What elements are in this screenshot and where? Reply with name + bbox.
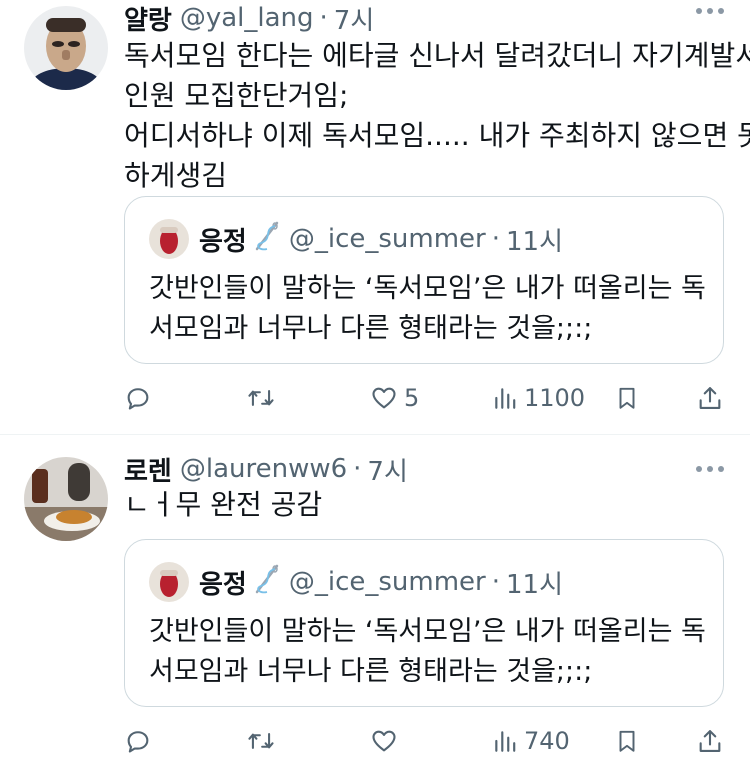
avatar[interactable] xyxy=(24,457,108,541)
quote-author-name: 응정 xyxy=(199,569,247,600)
quote-tweet[interactable]: 응정 @_ice_summer · 11시 갓반인들이 말하는 ‘독서모임’은 … xyxy=(124,539,724,707)
retweet-icon xyxy=(248,733,274,749)
timestamp[interactable]: 7시 xyxy=(334,0,374,37)
reply-icon xyxy=(127,731,149,753)
like-count: 5 xyxy=(404,384,420,412)
views-button[interactable]: 1100 xyxy=(492,378,585,418)
views-button[interactable]: 740 xyxy=(492,721,570,761)
more-icon[interactable] xyxy=(696,466,724,472)
quote-avatar xyxy=(149,562,189,602)
quote-text: 갓반인들이 말하는 ‘독서모임’은 내가 떠올리는 독 서모임과 너무나 다른 … xyxy=(149,269,709,349)
views-icon xyxy=(495,388,516,409)
avatar-image xyxy=(24,457,108,541)
separator-dot: · xyxy=(353,454,362,484)
views-count: 1100 xyxy=(524,384,586,412)
avatar-image xyxy=(24,6,108,90)
author-handle[interactable]: @laurenww6 xyxy=(180,454,347,484)
like-icon xyxy=(372,730,396,752)
avatar[interactable] xyxy=(24,6,108,90)
quote-author-handle: @_ice_summer xyxy=(288,224,486,254)
tweet-header: 로렌 @laurenww6 · 7시 xyxy=(124,451,408,487)
like-icon xyxy=(372,387,396,409)
views-icon xyxy=(495,731,516,752)
reply-icon xyxy=(127,388,149,410)
separator-dot: · xyxy=(491,567,500,597)
bookmark-button[interactable] xyxy=(614,721,640,761)
tweet-text-line: 독서모임 한다는 에타글 신나서 달려갔더니 자기계발서 xyxy=(124,39,750,72)
like-button[interactable] xyxy=(370,721,404,761)
share-button[interactable] xyxy=(696,378,724,418)
tweet-header: 얄랑 @yal_lang · 7시 xyxy=(124,0,374,36)
tweet-text: ㄴㅓ무 완전 공감 xyxy=(124,485,734,525)
quote-timestamp: 11시 xyxy=(506,569,564,600)
tweet-actions: 5 1100 xyxy=(124,378,734,418)
reply-button[interactable] xyxy=(124,721,158,761)
share-icon xyxy=(699,387,721,409)
retweet-button[interactable] xyxy=(246,378,282,418)
author-name[interactable]: 로렌 xyxy=(124,451,172,488)
tweet-text-line: ㄴㅓ무 완전 공감 xyxy=(124,488,323,521)
separator-dot: · xyxy=(491,224,500,254)
needle-thread-emoji-icon xyxy=(253,562,281,603)
quote-header: 응정 @_ice_summer · 11시 xyxy=(149,219,563,259)
quote-timestamp: 11시 xyxy=(506,226,564,257)
quote-author-handle: @_ice_summer xyxy=(288,567,486,597)
quote-text-line: 갓반인들이 말하는 ‘독서모임’은 내가 떠올리는 독 xyxy=(149,616,706,647)
more-icon[interactable] xyxy=(696,8,724,14)
like-button[interactable]: 5 xyxy=(370,378,419,418)
needle-thread-emoji-icon xyxy=(253,219,281,260)
tweet-text-line: 인원 모집한단거임; xyxy=(124,79,349,112)
author-handle[interactable]: @yal_lang xyxy=(180,3,314,33)
quote-text-line: 서모임과 너무나 다른 형태라는 것을;;:; xyxy=(149,313,593,344)
tweet-text-line: 어디서하냐 이제 독서모임..... 내가 주최하지 않으면 못 xyxy=(124,119,750,152)
retweet-button[interactable] xyxy=(246,721,282,761)
tweet-text: 독서모임 한다는 에타글 신나서 달려갔더니 자기계발서 인원 모집한단거임; … xyxy=(124,36,750,196)
quote-avatar xyxy=(149,219,189,259)
quote-header: 응정 @_ice_summer · 11시 xyxy=(149,562,563,602)
share-button[interactable] xyxy=(696,721,724,761)
bookmark-button[interactable] xyxy=(614,378,640,418)
reply-button[interactable] xyxy=(124,378,158,418)
quote-author-name: 응정 xyxy=(199,226,247,257)
separator-dot: · xyxy=(319,3,328,33)
bookmark-icon xyxy=(619,387,635,409)
tweet-text-line: 하게생김 xyxy=(124,159,228,192)
views-count: 740 xyxy=(524,727,570,755)
quote-tweet[interactable]: 응정 @_ice_summer · 11시 갓반인들이 말하는 ‘독서모임’은 … xyxy=(124,196,724,364)
tweet-actions: 740 xyxy=(124,721,734,761)
share-icon xyxy=(699,730,721,752)
timestamp[interactable]: 7시 xyxy=(367,451,407,488)
quote-text-line: 갓반인들이 말하는 ‘독서모임’은 내가 떠올리는 독 xyxy=(149,273,706,304)
quote-text-line: 서모임과 너무나 다른 형태라는 것을;;:; xyxy=(149,656,593,687)
author-name[interactable]: 얄랑 xyxy=(124,0,172,37)
quote-text: 갓반인들이 말하는 ‘독서모임’은 내가 떠올리는 독 서모임과 너무나 다른 … xyxy=(149,612,709,692)
tweet[interactable]: 로렌 @laurenww6 · 7시 ㄴㅓ무 완전 공감 응정 @_ice_su… xyxy=(0,435,750,755)
retweet-icon xyxy=(248,390,274,406)
bookmark-icon xyxy=(619,730,635,752)
tweet[interactable]: 얄랑 @yal_lang · 7시 독서모임 한다는 에타글 신나서 달려갔더니… xyxy=(0,0,750,434)
